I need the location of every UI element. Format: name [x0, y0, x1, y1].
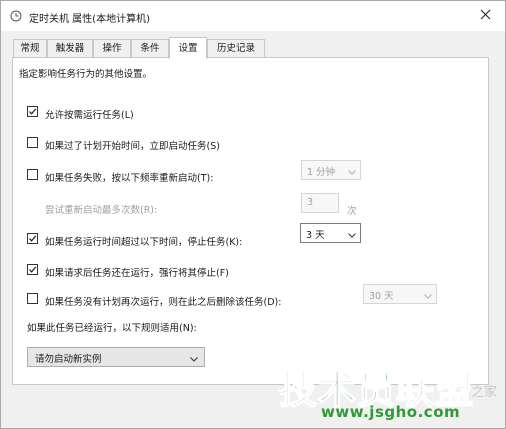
- tab-history[interactable]: 历史记录: [207, 39, 265, 58]
- restart-attempts-field[interactable]: 3: [301, 193, 339, 213]
- allow-on-demand-label[interactable]: 允许按需运行任务(L): [45, 107, 134, 121]
- run-if-missed-checkbox[interactable]: [27, 137, 38, 148]
- delete-if-not-scheduled-label[interactable]: 如果任务没有计划再次运行，则在此之后删除该任务(D):: [45, 294, 281, 308]
- stop-duration-dropdown[interactable]: 3 天: [300, 223, 361, 243]
- restart-attempts-value: 3: [307, 197, 314, 208]
- delete-if-not-scheduled-checkbox[interactable]: [27, 293, 38, 304]
- already-running-value: 请勿启动新实例: [35, 354, 102, 365]
- close-button[interactable]: [465, 1, 505, 31]
- clock-icon: [10, 10, 22, 22]
- chevron-down-icon: [348, 230, 356, 241]
- tab-actions[interactable]: 操作: [93, 39, 131, 58]
- stop-if-longer-label[interactable]: 如果任务运行时间超过以下时间，停止任务(K):: [45, 234, 242, 248]
- tab-conditions[interactable]: 条件: [131, 39, 169, 58]
- stop-if-longer-checkbox[interactable]: [27, 233, 38, 244]
- restart-interval-value: 1 分钟: [307, 167, 336, 178]
- restart-attempts-unit: 次: [347, 206, 357, 217]
- chevron-down-icon: [424, 291, 432, 302]
- watermark-url: www.jsgho.com: [321, 403, 461, 421]
- checkmark-icon: [29, 108, 37, 115]
- tab-general[interactable]: 常规: [13, 39, 47, 58]
- restart-on-failure-label[interactable]: 如果任务失败，按以下频率重新启动(T):: [45, 170, 213, 184]
- force-stop-checkbox[interactable]: [27, 264, 38, 275]
- allow-on-demand-checkbox[interactable]: [27, 106, 38, 117]
- tab-settings[interactable]: 设置: [169, 37, 207, 59]
- restart-attempts-label: 尝试重新启动最多次数(R):: [45, 205, 158, 216]
- restart-on-failure-checkbox[interactable]: [27, 169, 38, 180]
- delete-after-value: 30 天: [369, 291, 394, 302]
- properties-window: 定时关机 属性(本地计算机) 常规 触发器 操作 条件 设置 历史记录 指定影响…: [0, 0, 506, 429]
- watermark-logo: 技术员联盟 之家 www.jsgho.com: [259, 359, 498, 425]
- restart-interval-dropdown[interactable]: 1 分钟: [301, 160, 361, 180]
- force-stop-label[interactable]: 如果请求后任务还在运行，强行将其停止(F): [45, 265, 229, 279]
- stop-duration-value: 3 天: [306, 230, 325, 241]
- title-bar[interactable]: 定时关机 属性(本地计算机): [1, 1, 505, 31]
- chevron-down-icon: [348, 167, 356, 178]
- window-title: 定时关机 属性(本地计算机): [29, 14, 150, 25]
- tab-triggers[interactable]: 触发器: [47, 39, 93, 58]
- already-running-dropdown[interactable]: 请勿启动新实例: [27, 347, 205, 367]
- watermark-suffix: 之家: [471, 385, 498, 400]
- chevron-down-icon: [190, 354, 198, 365]
- already-running-label: 如果此任务已经运行，以下规则适用(N):: [27, 323, 197, 334]
- settings-description: 指定影响任务行为的其他设置。: [19, 69, 153, 80]
- checkmark-icon: [29, 266, 37, 273]
- checkmark-icon: [29, 235, 37, 242]
- settings-panel: 指定影响任务行为的其他设置。 允许按需运行任务(L) 如果过了计划开始时间，立即…: [12, 57, 489, 385]
- close-icon: [480, 9, 491, 23]
- run-if-missed-label[interactable]: 如果过了计划开始时间，立即启动任务(S): [45, 138, 220, 152]
- delete-after-dropdown[interactable]: 30 天: [363, 284, 437, 304]
